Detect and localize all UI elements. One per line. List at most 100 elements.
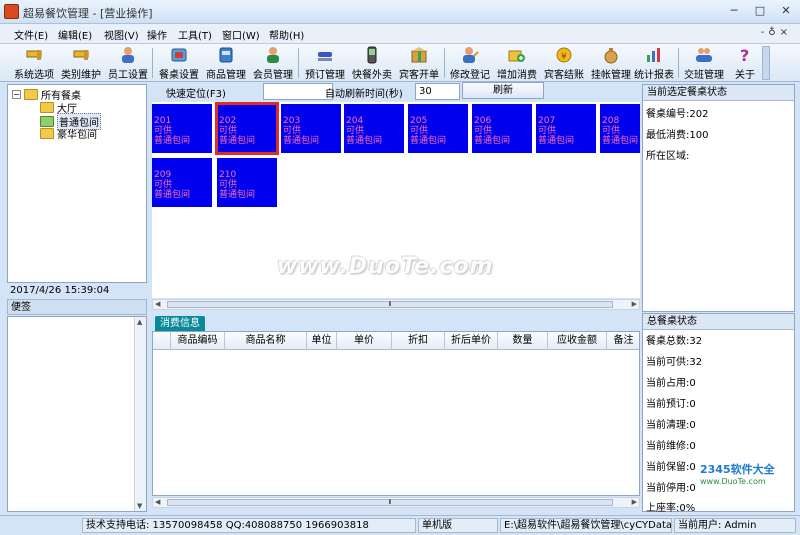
grid-horizontal-scrollbar[interactable]: ◀ ⦀ ▶ bbox=[152, 497, 640, 508]
quick-locate-input[interactable] bbox=[263, 83, 333, 100]
column-header[interactable]: 折扣 bbox=[392, 332, 445, 350]
table-area-tree: − 所有餐桌 大厅 普通包间 豪华包间 bbox=[7, 84, 147, 283]
table-tile-206[interactable]: 206 可供 普通包间 bbox=[472, 104, 532, 153]
svg-text:?: ? bbox=[740, 46, 749, 64]
people-icon bbox=[696, 48, 712, 62]
menu-window[interactable]: 窗口(W) bbox=[222, 27, 260, 42]
current-table-status-header: 当前选定餐桌状态 bbox=[643, 85, 794, 101]
folder-icon bbox=[40, 128, 54, 139]
column-header[interactable]: 商品名称 bbox=[225, 332, 307, 350]
table-tile-208[interactable]: 208 可供 普通包间 bbox=[600, 104, 640, 153]
menu-view[interactable]: 视图(V) bbox=[104, 27, 139, 42]
column-header[interactable]: 数量 bbox=[498, 332, 548, 350]
column-header[interactable]: 单位 bbox=[307, 332, 337, 350]
menu-tools[interactable]: 工具(T) bbox=[178, 27, 212, 42]
column-header[interactable]: 商品编码 bbox=[171, 332, 225, 350]
collapse-icon[interactable]: − bbox=[12, 90, 21, 99]
category-maintenance-button[interactable]: 类别维护 bbox=[59, 46, 103, 81]
about-button[interactable]: ? 关于 bbox=[730, 46, 760, 81]
table-tile-204[interactable]: 204 可供 普通包间 bbox=[344, 104, 404, 153]
goods-management-button[interactable]: 商品管理 bbox=[204, 46, 248, 81]
memo-header: 便签 bbox=[7, 299, 147, 315]
maximize-icon[interactable]: □ bbox=[752, 4, 768, 18]
edit-person-icon bbox=[463, 47, 479, 63]
menu-edit[interactable]: 编辑(E) bbox=[58, 27, 92, 42]
scroll-down-icon[interactable]: ▼ bbox=[137, 502, 142, 510]
repair-count: 当前维修:0 bbox=[646, 441, 696, 452]
toolbar-separator bbox=[298, 48, 299, 78]
checkout-button[interactable]: ¥ 宾客结账 bbox=[542, 46, 586, 81]
toolbar-overflow-handle[interactable] bbox=[762, 46, 770, 80]
table-area: 所在区域: bbox=[646, 151, 690, 162]
memo-textarea[interactable]: ▲ ▼ bbox=[7, 316, 147, 512]
table-tile-203[interactable]: 203 可供 普通包间 bbox=[281, 104, 341, 153]
current-user: 当前用户: Admin bbox=[674, 518, 796, 533]
system-options-button[interactable]: 系统选项 bbox=[12, 46, 56, 81]
status-bar: 技术支持电话: 13570098458 QQ:408088750 1966903… bbox=[0, 515, 800, 535]
refresh-button[interactable]: 刷新 bbox=[462, 82, 544, 99]
member-management-button[interactable]: 会员管理 bbox=[251, 46, 295, 81]
stapler-icon bbox=[318, 52, 332, 61]
money-bag-icon bbox=[604, 48, 618, 64]
table-number: 餐桌编号:202 bbox=[646, 109, 709, 120]
coin-icon: ¥ bbox=[556, 47, 572, 63]
scroll-thumb[interactable]: ⦀ bbox=[167, 499, 613, 506]
folder-open-icon bbox=[24, 89, 38, 100]
occupancy-rate: 上座率:0% bbox=[646, 503, 696, 514]
memo-scrollbar[interactable]: ▲ ▼ bbox=[134, 317, 146, 511]
scroll-right-icon[interactable]: ▶ bbox=[632, 300, 637, 308]
column-header[interactable]: 备注 bbox=[607, 332, 639, 350]
scroll-thumb[interactable]: ⦀ bbox=[167, 301, 613, 308]
scroll-left-icon[interactable]: ◀ bbox=[155, 300, 160, 308]
toolbar: 系统选项 类别维护 员工设置 餐桌设置 商品管理 会员管理 预订管理 快餐外卖 … bbox=[0, 44, 800, 82]
tiles-horizontal-scrollbar[interactable]: ◀ ⦀ ▶ bbox=[152, 299, 640, 310]
table-tile-205[interactable]: 205 可供 普通包间 bbox=[408, 104, 468, 153]
total-tables: 餐桌总数:32 bbox=[646, 336, 703, 347]
column-header[interactable]: 应收金额 bbox=[548, 332, 607, 350]
window-title: 超易餐饮管理 - [营业操作] bbox=[23, 7, 153, 20]
mdi-controls[interactable]: -♁× bbox=[761, 27, 792, 38]
takeaway-button[interactable]: 快餐外卖 bbox=[350, 46, 394, 81]
add-folder-icon bbox=[508, 50, 525, 62]
minimize-icon[interactable]: ─ bbox=[726, 4, 742, 18]
tab-consumption-info[interactable]: 消费信息 bbox=[155, 316, 205, 331]
menu-help[interactable]: 帮助(H) bbox=[269, 27, 304, 42]
phone-icon bbox=[367, 46, 377, 64]
column-header[interactable]: 单价 bbox=[337, 332, 392, 350]
booking-management-button[interactable]: 预订管理 bbox=[303, 46, 347, 81]
modify-registration-button[interactable]: 修改登记 bbox=[448, 46, 492, 81]
menu-operate[interactable]: 操作 bbox=[147, 27, 167, 42]
add-consumption-button[interactable]: 增加消费 bbox=[495, 46, 539, 81]
overall-status-header: 总餐桌状态 bbox=[643, 314, 794, 330]
table-tile-207[interactable]: 207 可供 普通包间 bbox=[536, 104, 596, 153]
staff-settings-button[interactable]: 员工设置 bbox=[106, 46, 150, 81]
tree-item-deluxe-room[interactable]: 豪华包间 bbox=[40, 126, 97, 141]
table-icon bbox=[171, 48, 187, 62]
table-tile-210[interactable]: 210 可供 普通包间 bbox=[217, 158, 277, 207]
table-settings-button[interactable]: 餐桌设置 bbox=[157, 46, 201, 81]
window-controls: ─ □ ✕ bbox=[726, 4, 794, 18]
menu-bar: 文件(E) 编辑(E) 视图(V) 操作 工具(T) 窗口(W) 帮助(H) -… bbox=[0, 24, 800, 44]
table-tile-209[interactable]: 209 可供 普通包间 bbox=[152, 158, 212, 207]
title-bar: 超易餐饮管理 - [营业操作] ─ □ ✕ bbox=[0, 0, 800, 24]
person-icon bbox=[122, 47, 134, 63]
open-bill-button[interactable]: 宾客开单 bbox=[397, 46, 441, 81]
close-icon[interactable]: ✕ bbox=[778, 4, 794, 18]
credit-management-button[interactable]: 挂帐管理 bbox=[589, 46, 633, 81]
folder-icon bbox=[40, 102, 54, 113]
column-header[interactable]: 折后单价 bbox=[445, 332, 498, 350]
cleaning-count: 当前清理:0 bbox=[646, 420, 696, 431]
statistics-report-button[interactable]: 统计报表 bbox=[632, 46, 676, 81]
shift-handover-button[interactable]: 交班管理 bbox=[682, 46, 726, 81]
menu-file[interactable]: 文件(E) bbox=[14, 27, 48, 42]
table-tile-202[interactable]: 202 可供 普通包间 bbox=[215, 102, 279, 155]
help-icon: ? bbox=[740, 46, 749, 64]
scroll-left-icon[interactable]: ◀ bbox=[155, 498, 160, 506]
refresh-interval-input[interactable] bbox=[415, 83, 460, 100]
svg-text:¥: ¥ bbox=[561, 52, 567, 62]
occupied-count: 当前占用:0 bbox=[646, 378, 696, 389]
goods-icon bbox=[219, 47, 233, 63]
scroll-up-icon[interactable]: ▲ bbox=[137, 318, 142, 326]
table-tile-201[interactable]: 201 可供 普通包间 bbox=[152, 104, 212, 153]
scroll-right-icon[interactable]: ▶ bbox=[632, 498, 637, 506]
